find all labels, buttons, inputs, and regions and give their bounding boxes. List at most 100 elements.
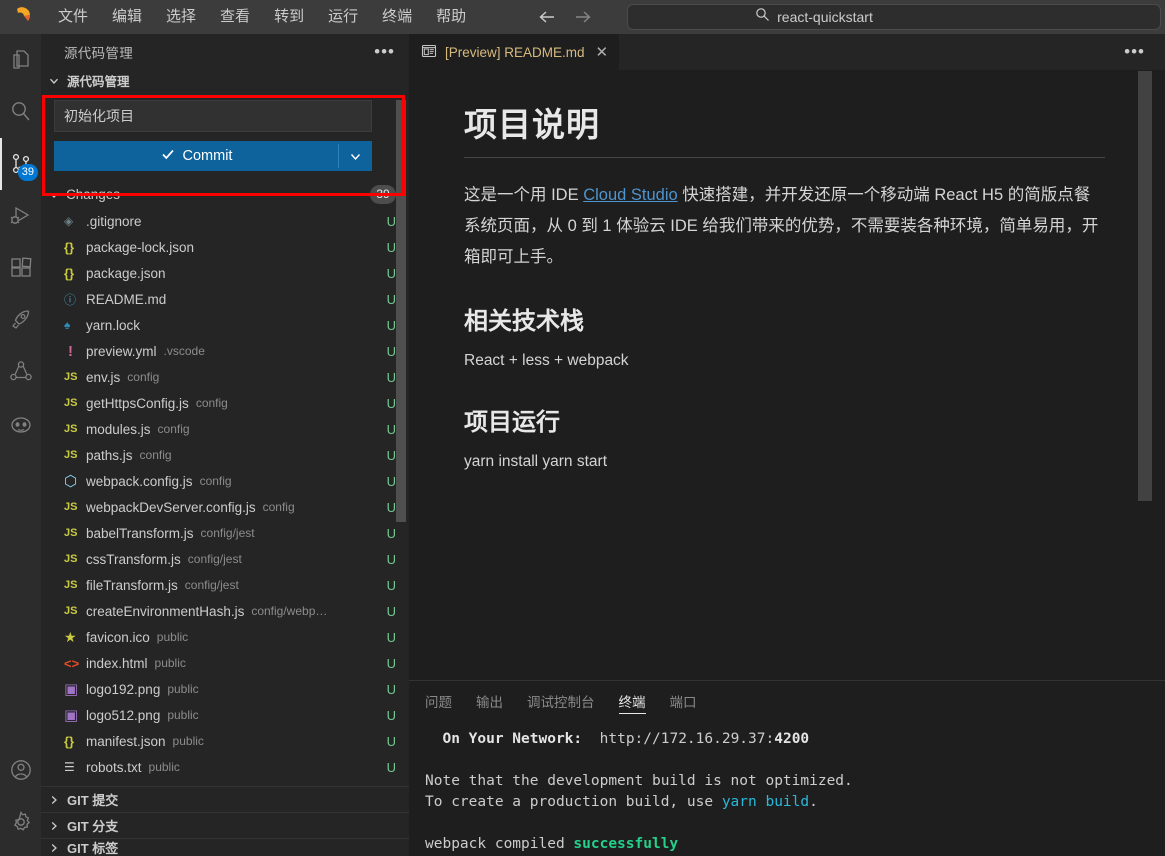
sidebar-section-git-commit[interactable]: GIT 提交 [41, 786, 409, 812]
changed-file-status: U [386, 343, 396, 359]
changed-file-status: U [386, 629, 396, 645]
menu-item-goto[interactable]: 转到 [262, 3, 316, 31]
preview-tech-text: React + less + webpack [464, 352, 629, 369]
changed-file-status: U [386, 655, 396, 671]
activity-item-source-control[interactable]: 39 [0, 138, 41, 190]
changed-file-status: U [386, 603, 396, 619]
sidebar-section-git-branch[interactable]: GIT 分支 [41, 812, 409, 838]
menu-item-help[interactable]: 帮助 [424, 3, 478, 31]
image-icon: ▣ [64, 707, 79, 724]
changed-file-row[interactable]: {} manifest.json public U [41, 728, 409, 754]
navigation-buttons [536, 6, 594, 28]
changed-file-name: .gitignore [86, 213, 142, 229]
changed-file-row[interactable]: JS fileTransform.js config/jest U [41, 572, 409, 598]
changed-file-row[interactable]: ⬡ webpack.config.js config U [41, 468, 409, 494]
activity-item-search[interactable] [0, 86, 41, 138]
menu-item-selection[interactable]: 选择 [154, 3, 208, 31]
changed-file-row[interactable]: ★ favicon.ico public U [41, 624, 409, 650]
changed-file-row[interactable]: JS babelTransform.js config/jest U [41, 520, 409, 546]
panel-tab-debug-console[interactable]: 调试控制台 [527, 686, 595, 716]
changed-file-row[interactable]: JS getHttpsConfig.js config U [41, 390, 409, 416]
changed-file-path: public [167, 682, 199, 696]
chevron-down-icon [46, 189, 62, 201]
activity-item-settings[interactable] [0, 796, 41, 848]
changed-file-row[interactable]: <> index.html public U [41, 650, 409, 676]
panel-tab-output[interactable]: 输出 [476, 686, 503, 716]
menu-item-view[interactable]: 查看 [208, 3, 262, 31]
changed-file-row[interactable]: JS webpackDevServer.config.js config U [41, 494, 409, 520]
run-debug-icon [10, 206, 29, 224]
ellipsis-icon[interactable]: ••• [1124, 43, 1145, 60]
json-icon: {} [64, 733, 75, 749]
preview-paragraph: 这是一个用 IDE Cloud Studio 快速搭建，并开发还原一个移动端 R… [464, 180, 1105, 273]
menu-item-run[interactable]: 运行 [316, 3, 370, 31]
panel-tab-ports[interactable]: 端口 [670, 686, 697, 716]
cloud-studio-link[interactable]: Cloud Studio [583, 186, 677, 204]
changed-file-status: U [386, 369, 396, 385]
terminal-note-line1: Note that the development build is not o… [425, 773, 853, 789]
search-icon [11, 102, 30, 121]
panel-tab-terminal[interactable]: 终端 [618, 686, 646, 716]
changed-file-row[interactable]: JS cssTransform.js config/jest U [41, 546, 409, 572]
changes-header[interactable]: Changes 39 [41, 182, 409, 207]
terminal-network-url: http://172.16.29.37: [599, 731, 775, 747]
changed-file-row[interactable]: JS createEnvironmentHash.js config/webp… U [41, 598, 409, 624]
commit-dropdown-button[interactable] [339, 141, 372, 171]
activity-item-collaborate[interactable] [0, 346, 41, 398]
changed-file-row[interactable]: ! preview.yml .vscode U [41, 338, 409, 364]
changed-file-row[interactable]: JS env.js config U [41, 364, 409, 390]
activity-item-ai-assistant[interactable] [0, 398, 41, 450]
yaml-icon: ! [68, 342, 73, 360]
activity-item-account[interactable] [0, 744, 41, 796]
editor-tab-readme-preview[interactable]: [Preview] README.md ✕ [409, 34, 621, 70]
scm-section-header[interactable]: 源代码管理 [41, 69, 409, 92]
changed-file-row[interactable]: JS modules.js config U [41, 416, 409, 442]
editor-area: [Preview] README.md ✕ ••• 项目说明 这是一个用 IDE… [409, 34, 1165, 856]
terminal-output[interactable]: On Your Network: http://172.16.29.37:420… [409, 721, 1165, 855]
changed-file-row[interactable]: JS paths.js config U [41, 442, 409, 468]
changed-file-row[interactable]: {} package-lock.json U [41, 234, 409, 260]
close-icon[interactable]: ✕ [596, 43, 609, 61]
menu-item-file[interactable]: 文件 [46, 3, 100, 31]
changed-file-row[interactable]: ♠ yarn.lock U [41, 312, 409, 338]
changed-file-name: favicon.ico [86, 629, 150, 645]
panel-tab-problems[interactable]: 问题 [425, 686, 452, 716]
activity-item-explorer[interactable] [0, 34, 41, 86]
changed-file-row[interactable]: ☰ robots.txt public U [41, 754, 409, 780]
git-commit-label: GIT 提交 [67, 793, 119, 808]
editor-scrollbar[interactable] [1138, 71, 1152, 501]
bottom-panel: 问题 输出 调试控制台 终端 端口 On Your Network: http:… [409, 680, 1165, 856]
command-center-value: react-quickstart [777, 9, 873, 25]
commit-button[interactable]: Commit [54, 141, 338, 171]
terminal-compiled-pre: webpack compiled [425, 836, 574, 852]
files-icon [12, 50, 29, 69]
menu-item-edit[interactable]: 编辑 [100, 3, 154, 31]
changed-file-name: package-lock.json [86, 239, 195, 255]
changed-file-row[interactable]: {} package.json U [41, 260, 409, 286]
changed-file-status: U [386, 707, 396, 723]
js-icon: JS [64, 553, 78, 565]
changed-file-name: package.json [86, 265, 166, 281]
changed-file-row[interactable]: ◈ .gitignore U [41, 208, 409, 234]
changed-file-path: public [148, 760, 180, 774]
activity-item-extensions[interactable] [0, 242, 41, 294]
sidebar-source-control: 源代码管理 ••• 源代码管理 Commit [41, 34, 409, 856]
terminal-note-line2-post: . [809, 794, 818, 810]
activity-item-run-debug[interactable] [0, 190, 41, 242]
ellipsis-icon[interactable]: ••• [374, 43, 395, 60]
sidebar-scrollbar[interactable] [396, 100, 406, 522]
changed-file-row[interactable]: ▣ logo192.png public U [41, 676, 409, 702]
webpack-icon: ⬡ [64, 473, 78, 490]
activity-item-deploy[interactable] [0, 294, 41, 346]
sidebar-section-git-tag[interactable]: GIT 标签 [41, 838, 409, 856]
changed-file-row[interactable]: ▣ logo512.png public U [41, 702, 409, 728]
changed-file-row[interactable]: ⓘ README.md U [41, 286, 409, 312]
changed-file-path: config [195, 396, 228, 410]
command-center-search[interactable]: react-quickstart [627, 4, 1161, 30]
arrow-left-icon[interactable] [536, 6, 558, 28]
commit-message-input[interactable] [54, 100, 372, 132]
sidebar-header: 源代码管理 ••• [41, 34, 409, 69]
arrow-right-icon[interactable] [572, 6, 594, 28]
menu-item-terminal[interactable]: 终端 [370, 3, 424, 31]
changed-file-name: yarn.lock [86, 317, 141, 333]
